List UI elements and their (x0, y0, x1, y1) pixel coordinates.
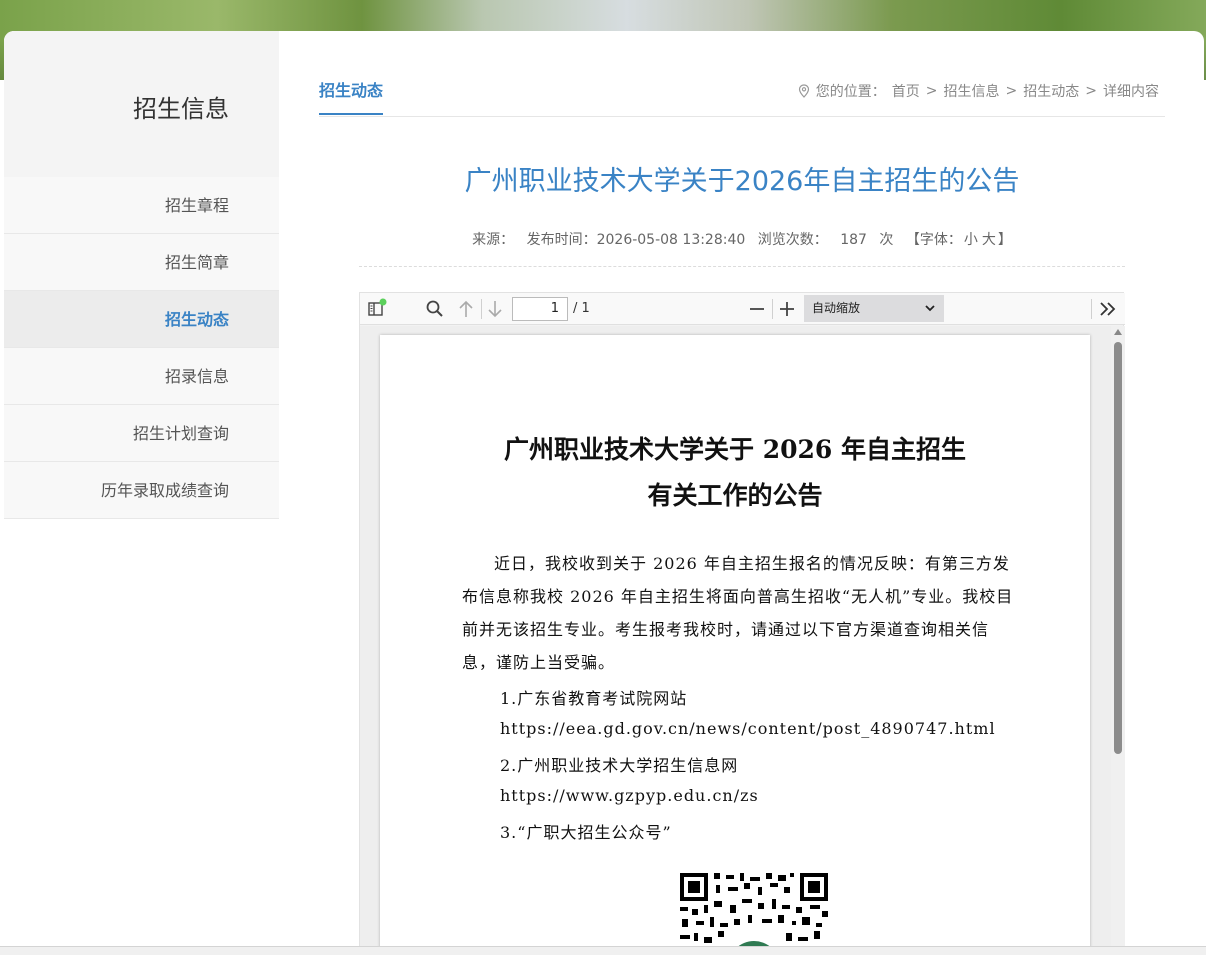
page-number-input[interactable]: 1 (512, 297, 568, 321)
breadcrumb-prefix: 您的位置： (815, 84, 886, 100)
document-item-2-url: https://www.gzpyp.edu.cn/zs (500, 786, 759, 805)
font-small-button[interactable]: 小 (964, 232, 978, 248)
breadcrumb-separator: > (925, 83, 938, 99)
document-title: 广州职业技术大学关于 2026 年自主招生 有关工作的公告 (380, 427, 1090, 519)
section-tabbar: 招生动态 您的位置： 首页 > 招生信息 > 招生动态 > 详细内容 (319, 31, 1165, 117)
pdf-page: 广州职业技术大学关于 2026 年自主招生 有关工作的公告 近日，我校收到关于 … (380, 335, 1090, 955)
next-page-icon[interactable] (484, 298, 506, 320)
zoom-select-value: 自动缩放 (812, 301, 861, 315)
sidebar-title: 招生信息 (133, 95, 229, 123)
zoom-out-icon[interactable] (746, 298, 768, 320)
toolbar-separator (481, 299, 482, 319)
pdf-document-area[interactable]: 广州职业技术大学关于 2026 年自主招生 有关工作的公告 近日，我校收到关于 … (360, 326, 1125, 955)
pdf-scrollbar[interactable] (1111, 326, 1125, 955)
document-item-1: 1.广东省教育考试院网站 (500, 689, 688, 708)
document-paragraph: 近日，我校收到关于 2026 年自主招生报名的情况反映：有第三方发布信息称我校 … (462, 554, 1014, 672)
document-title-line-2: 有关工作的公告 (647, 481, 823, 510)
meta-publish-time: 2026-05-08 13:28:40 (596, 232, 746, 248)
meta-source-label: 来源： (472, 232, 515, 248)
sidebar-item-score-query[interactable]: 历年录取成绩查询 (4, 462, 279, 519)
sidebar-item-zhaolu[interactable]: 招录信息 (4, 348, 279, 405)
window-bottom-edge (0, 946, 1206, 955)
meta-publish-label: 发布时间： (526, 232, 597, 248)
breadcrumb-home[interactable]: 首页 (892, 81, 920, 101)
article-title: 广州职业技术大学关于2026年自主招生的公告 (464, 166, 1020, 197)
sidebar-toggle-icon[interactable] (366, 298, 388, 320)
sidebar-item-dongtai[interactable]: 招生动态 (4, 291, 279, 348)
page-total: / 1 (573, 301, 590, 316)
previous-page-icon[interactable] (455, 298, 477, 320)
tab-current-section[interactable]: 招生动态 (319, 77, 384, 115)
font-large-button[interactable]: 大 (982, 232, 996, 248)
sidebar-item-jianzhang[interactable]: 招生简章 (4, 234, 279, 291)
meta-font-open: 【字体： (905, 232, 962, 248)
meta-views-count: 187 (840, 232, 867, 248)
meta-views-unit: 次 (879, 232, 894, 248)
article-meta: 来源： 发布时间：2026-05-08 13:28:40 浏览次数： 187 次… (319, 229, 1165, 249)
qr-code-image (678, 871, 830, 955)
content-card: 招生信息 招生章程 招生简章 招生动态 招录信息 招生计划查询 历年录取成绩查询… (4, 31, 1204, 955)
document-title-line-1: 广州职业技术大学关于 2026 年自主招生 (504, 435, 966, 464)
toolbar-separator (772, 299, 773, 319)
toolbar-separator (1091, 299, 1092, 319)
pdf-toolbar: 1 / 1 自动缩放 (360, 293, 1125, 325)
sidebar-item-zhangcheng[interactable]: 招生章程 (4, 177, 279, 234)
breadcrumb-zhaosheng-dongtai[interactable]: 招生动态 (1023, 81, 1079, 101)
zoom-in-icon[interactable] (776, 298, 798, 320)
breadcrumb-separator: > (1005, 83, 1018, 99)
breadcrumb: 您的位置： 首页 > 招生信息 > 招生动态 > 详细内容 (798, 81, 1159, 101)
main-content: 招生动态 您的位置： 首页 > 招生信息 > 招生动态 > 详细内容 广州职业技… (319, 31, 1165, 955)
scroll-up-arrow-icon[interactable] (1114, 329, 1122, 335)
sidebar-header: 招生信息 (4, 31, 279, 177)
sidebar: 招生信息 招生章程 招生简章 招生动态 招录信息 招生计划查询 历年录取成绩查询 (4, 31, 279, 955)
pdf-viewer: 1 / 1 自动缩放 广州职业技术大学关于 2026 年自主招生 有关工作的公告… (359, 292, 1125, 955)
meta-views-label: 浏览次数： (757, 232, 828, 248)
tools-menu-icon[interactable] (1097, 298, 1119, 320)
meta-font-close: 】 (997, 232, 1012, 248)
meta-divider (359, 266, 1125, 267)
document-item-3: 3.“广职大招生公众号” (500, 823, 672, 842)
breadcrumb-zhaosheng-info[interactable]: 招生信息 (944, 81, 1000, 101)
breadcrumb-separator: > (1085, 83, 1097, 99)
sidebar-item-plan-query[interactable]: 招生计划查询 (4, 405, 279, 462)
search-icon[interactable] (424, 298, 446, 320)
scroll-thumb[interactable] (1114, 342, 1122, 754)
document-item-1-url: https://eea.gd.gov.cn/news/content/post_… (500, 719, 996, 738)
document-item-2: 2.广州职业技术大学招生信息网 (500, 756, 739, 775)
breadcrumb-current: 详细内容 (1103, 84, 1159, 100)
zoom-select[interactable]: 自动缩放 (804, 295, 944, 322)
location-pin-icon (798, 84, 809, 98)
